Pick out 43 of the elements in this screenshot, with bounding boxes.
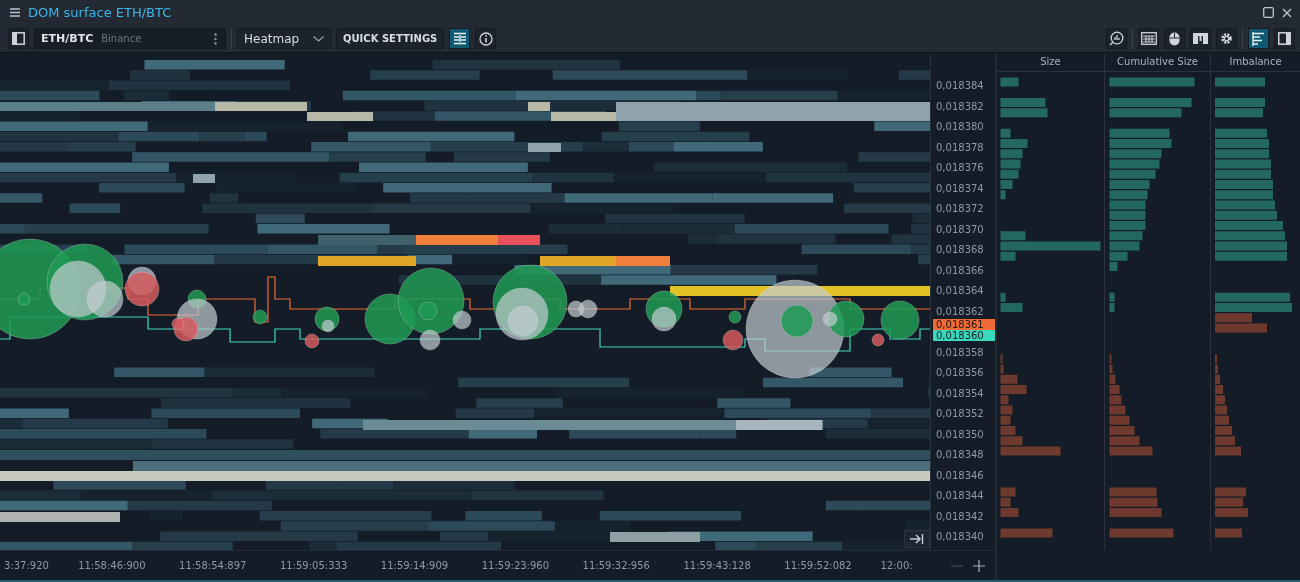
price-label: 0,018366 [936, 263, 984, 278]
price-label: 0,018382 [936, 99, 984, 114]
price-label: 0,018372 [936, 202, 984, 216]
price-label: 0,018354 [936, 386, 984, 401]
price-label: 0,018362 [936, 304, 984, 319]
price-label: 0,018374 [936, 181, 984, 196]
mode-dropdown[interactable]: Heatmap [237, 28, 331, 49]
price-label: 0,018384 [936, 79, 984, 93]
time-label: 11:59:32:956 [581, 560, 651, 571]
price-label: 0,018356 [936, 366, 984, 380]
price-label: 0,018348 [936, 448, 984, 462]
column-header: Size [997, 53, 1105, 71]
instrument-field[interactable]: ETH/BTC Binance [34, 28, 226, 49]
symbol-label: ETH/BTC [41, 32, 94, 45]
time-label: 11:59:14:909 [379, 560, 450, 571]
time-label: 11:59:43:128 [682, 560, 752, 571]
time-label: 11:58:54:897 [178, 560, 248, 571]
quick-settings-button[interactable]: QUICK SETTINGS [336, 28, 445, 49]
price-label: 0,018342 [936, 509, 984, 524]
time-label: 12:00: [879, 560, 914, 571]
price-label: 0,018378 [936, 140, 984, 155]
time-label: 11:58:46:900 [77, 560, 147, 571]
price-label: 0,018352 [936, 407, 984, 421]
price-marker: 0,018360 [933, 330, 995, 341]
price-label: 0,018380 [936, 120, 984, 134]
column-header: Cumulative Size [1105, 53, 1211, 71]
column-header: Imbalance [1228, 55, 1283, 69]
price-label: 0,018350 [936, 427, 984, 442]
price-label: 0,018346 [936, 468, 984, 483]
time-label: 11:59:52:082 [783, 560, 853, 571]
time-label: 11:59:23:960 [480, 560, 551, 571]
price-label: 0,018370 [936, 222, 984, 237]
price-label: 0,018364 [936, 284, 984, 298]
window-title: DOM surface ETH/BTC [28, 5, 172, 20]
time-label: 11:59:05:333 [278, 560, 349, 571]
price-label: 0,018376 [936, 161, 984, 175]
price-label: 0,018344 [936, 489, 984, 503]
time-label: 3:37:920 [3, 560, 50, 571]
price-label: 0,018340 [936, 530, 984, 544]
price-label: 0,018368 [936, 243, 984, 257]
price-marker: 0,018361 [933, 319, 995, 330]
exchange-label: Binance [101, 33, 142, 44]
price-label: 0,018358 [936, 345, 984, 360]
